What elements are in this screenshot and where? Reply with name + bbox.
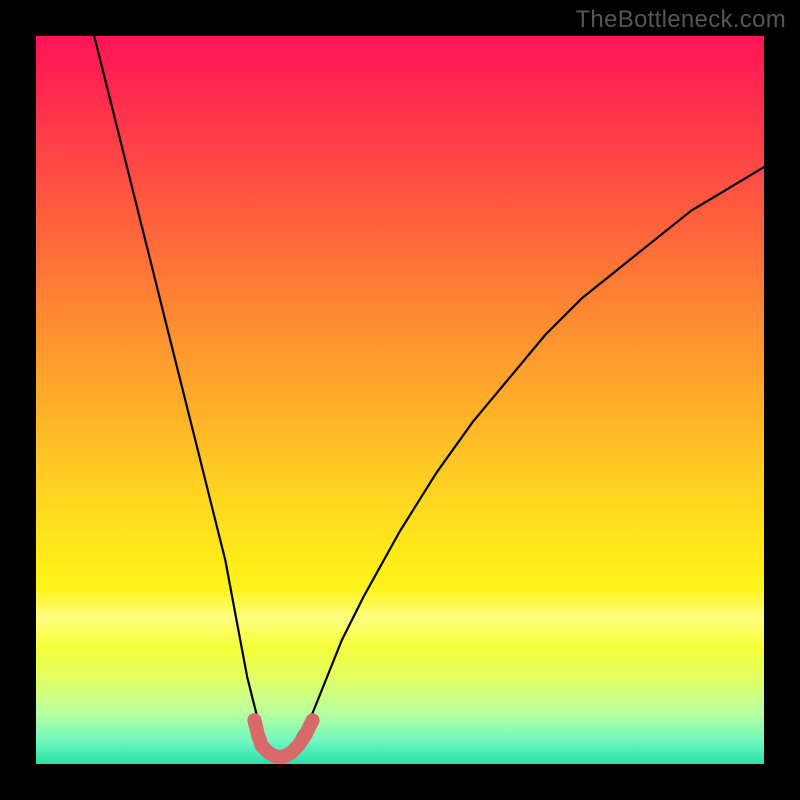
chart-area <box>36 36 764 764</box>
highlight-dot <box>247 713 261 727</box>
chart-svg <box>36 36 764 764</box>
highlight-curve <box>254 720 312 756</box>
watermark-text: TheBottleneck.com <box>575 6 786 34</box>
main-curve <box>94 36 764 757</box>
